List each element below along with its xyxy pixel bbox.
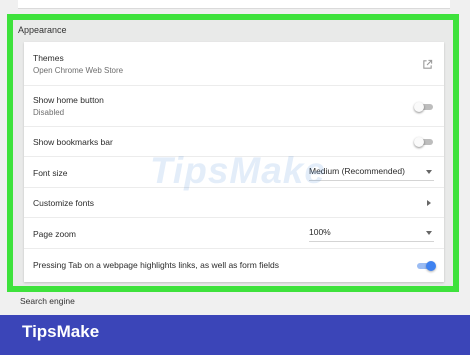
page-zoom-label: Page zoom <box>33 229 76 239</box>
page-zoom-value: 100% <box>309 227 331 237</box>
font-size-select[interactable]: Medium (Recommended) <box>309 164 434 181</box>
toggle-knob <box>414 137 424 147</box>
toggle-knob <box>414 102 424 112</box>
section-title-appearance: Appearance <box>18 25 67 35</box>
external-link-icon[interactable] <box>422 59 433 70</box>
toggle-knob <box>426 261 436 271</box>
page-zoom-select[interactable]: 100% <box>309 225 434 242</box>
chrome-settings-screen: Appearance Themes Open Chrome Web Store … <box>0 0 470 315</box>
customize-fonts-row[interactable]: Customize fonts <box>24 188 444 218</box>
tab-highlight-row: Pressing Tab on a webpage highlights lin… <box>24 249 444 282</box>
section-title-search-engine: Search engine <box>20 296 75 306</box>
chevron-right-icon <box>427 200 431 206</box>
home-button-row: Show home button Disabled <box>24 86 444 127</box>
watermark-logo: TipsMake <box>150 150 326 191</box>
tab-highlight-label: Pressing Tab on a webpage highlights lin… <box>33 260 280 270</box>
customize-fonts-label: Customize fonts <box>33 198 94 208</box>
home-button-status: Disabled <box>33 108 65 117</box>
themes-subtitle: Open Chrome Web Store <box>33 66 124 75</box>
home-button-label: Show home button <box>33 95 104 105</box>
previous-section-card <box>18 0 450 9</box>
themes-row[interactable]: Themes Open Chrome Web Store <box>24 42 444 86</box>
brand-logo: TipsMake <box>22 322 100 341</box>
font-size-label: Font size <box>33 168 68 178</box>
home-button-toggle[interactable] <box>414 102 433 112</box>
chevron-down-icon <box>426 170 432 174</box>
bookmarks-bar-label: Show bookmarks bar <box>33 137 113 147</box>
themes-label: Themes <box>33 53 64 63</box>
chevron-down-icon <box>426 231 432 235</box>
tab-highlight-toggle[interactable] <box>417 261 436 271</box>
bookmarks-bar-toggle[interactable] <box>414 137 433 147</box>
page-zoom-row: Page zoom 100% <box>24 218 444 249</box>
